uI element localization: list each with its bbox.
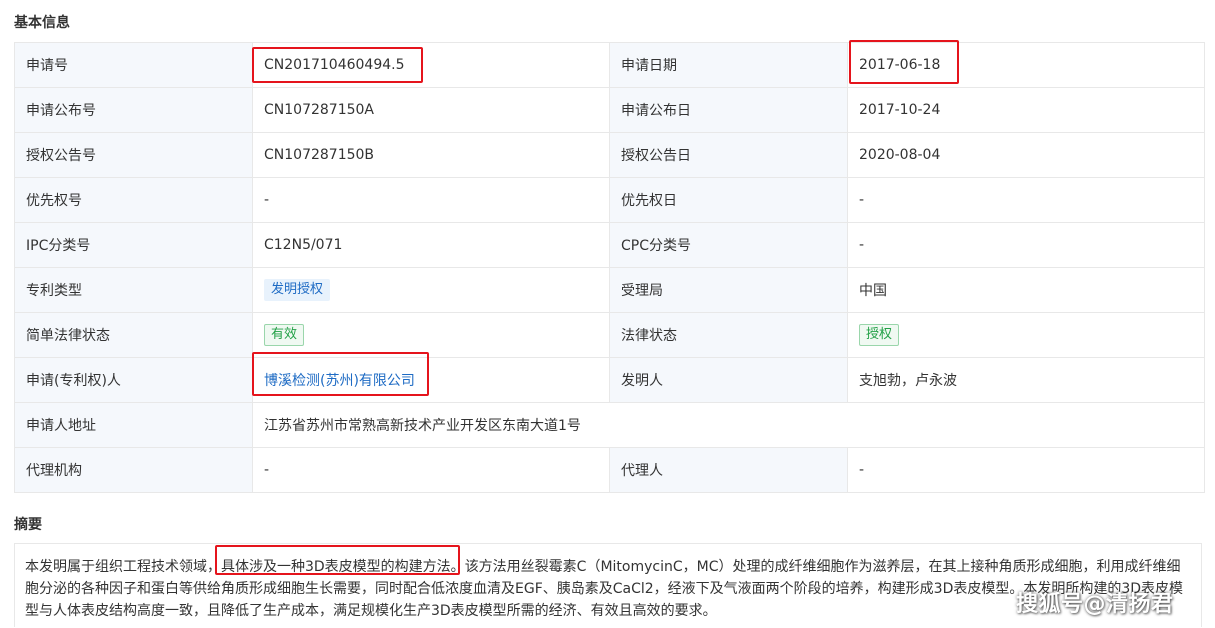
legal-status-label: 法律状态 <box>609 312 848 358</box>
priority-number-value: - <box>252 177 610 223</box>
applicant-address-label: 申请人地址 <box>14 402 253 448</box>
inventor-label: 发明人 <box>609 357 848 403</box>
grant-number-value: CN107287150B <box>252 132 610 178</box>
priority-date-value: - <box>847 177 1205 223</box>
applicant-address-value: 江苏省苏州市常熟高新技术产业开发区东南大道1号 <box>252 402 1205 448</box>
table-row: 申请(专利权)人 博溪检测(苏州)有限公司 发明人 支旭勃，卢永波 <box>14 357 1205 403</box>
grant-date-label: 授权公告日 <box>609 132 848 178</box>
grant-date-value: 2020-08-04 <box>847 132 1205 178</box>
cpc-class-value: - <box>847 222 1205 268</box>
application-number-label: 申请号 <box>14 42 253 88</box>
application-date-value: 2017-06-18 <box>847 42 1205 88</box>
basic-info-table: 申请号 CN201710460494.5 申请日期 2017-06-18 申请公… <box>14 42 1205 493</box>
agent-value: - <box>847 447 1205 493</box>
table-row: 简单法律状态 有效 法律状态 授权 <box>14 312 1205 358</box>
table-row: 申请号 CN201710460494.5 申请日期 2017-06-18 <box>14 42 1205 88</box>
grant-number-label: 授权公告号 <box>14 132 253 178</box>
patent-type-tag: 发明授权 <box>264 279 331 301</box>
patent-type-label: 专利类型 <box>14 267 253 313</box>
abstract-part-1: 本发明属于组织工程技术领域， <box>25 559 221 575</box>
basic-info-heading: 基本信息 <box>14 15 70 31</box>
legal-status-badge: 授权 <box>859 324 900 346</box>
table-row: 专利类型 发明授权 受理局 中国 <box>14 267 1205 313</box>
table-row: 授权公告号 CN107287150B 授权公告日 2020-08-04 <box>14 132 1205 178</box>
priority-date-label: 优先权日 <box>609 177 848 223</box>
application-number-value: CN201710460494.5 <box>252 42 610 88</box>
inventor-value: 支旭勃，卢永波 <box>847 357 1205 403</box>
table-row: 申请人地址 江苏省苏州市常熟高新技术产业开发区东南大道1号 <box>14 402 1205 448</box>
abstract-highlight: 具体涉及一种3D表皮模型的构建方法。 <box>221 559 465 575</box>
receiving-office-label: 受理局 <box>609 267 848 313</box>
priority-number-label: 优先权号 <box>14 177 253 223</box>
table-row: IPC分类号 C12N5/071 CPC分类号 - <box>14 222 1205 268</box>
agency-label: 代理机构 <box>14 447 253 493</box>
table-row: 优先权号 - 优先权日 - <box>14 177 1205 223</box>
applicant-link[interactable]: 博溪检测(苏州)有限公司 <box>264 373 415 389</box>
ipc-class-value: C12N5/071 <box>252 222 610 268</box>
abstract-heading: 摘要 <box>14 517 42 533</box>
watermark-text: 搜狐号@清扬君 <box>1016 592 1174 617</box>
agency-value: - <box>252 447 610 493</box>
publication-date-value: 2017-10-24 <box>847 87 1205 133</box>
cpc-class-label: CPC分类号 <box>609 222 848 268</box>
table-row: 申请公布号 CN107287150A 申请公布日 2017-10-24 <box>14 87 1205 133</box>
publication-number-label: 申请公布号 <box>14 87 253 133</box>
receiving-office-value: 中国 <box>847 267 1205 313</box>
application-date-label: 申请日期 <box>609 42 848 88</box>
applicant-label: 申请(专利权)人 <box>14 357 253 403</box>
ipc-class-label: IPC分类号 <box>14 222 253 268</box>
simple-legal-status-label: 简单法律状态 <box>14 312 253 358</box>
publication-date-label: 申请公布日 <box>609 87 848 133</box>
table-row: 代理机构 - 代理人 - <box>14 447 1205 493</box>
agent-label: 代理人 <box>609 447 848 493</box>
publication-number-value: CN107287150A <box>252 87 610 133</box>
status-badge: 有效 <box>264 324 305 346</box>
